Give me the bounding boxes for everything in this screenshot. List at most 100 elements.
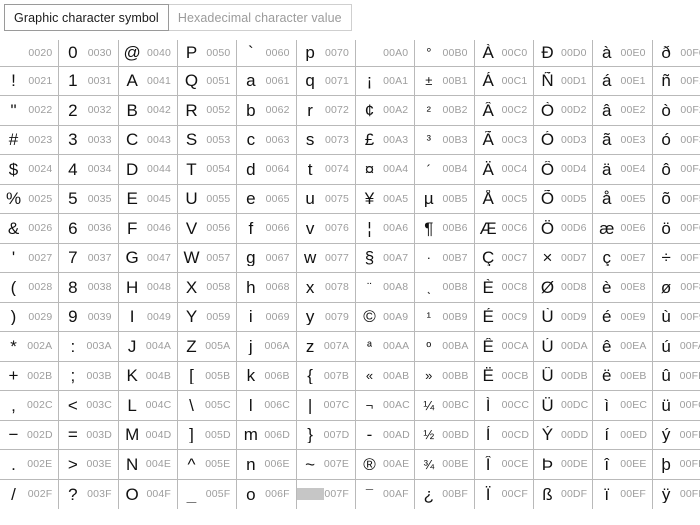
character-cell-0074[interactable]: t 0074 [295, 154, 356, 185]
character-cell-0038[interactable]: 8 0038 [58, 272, 119, 303]
character-cell-00E3[interactable]: ã 00E3 [592, 125, 653, 155]
character-cell-002A[interactable]: * 002A [0, 331, 60, 362]
character-cell-00F9[interactable]: ù 00F9 [651, 302, 700, 332]
character-cell-00B7[interactable]: · 00B7 [414, 243, 475, 273]
character-cell-0040[interactable]: @0040 [117, 40, 178, 67]
character-cell-00E0[interactable]: à 00E0 [592, 40, 653, 67]
character-cell-007E[interactable]: ~007E [295, 449, 356, 480]
character-cell-0020[interactable]: 0020 [0, 40, 60, 67]
character-cell-0079[interactable]: y 0079 [295, 302, 356, 332]
character-cell-00CD[interactable]: Í 00CD [473, 420, 534, 450]
character-cell-00E5[interactable]: å 00E5 [592, 184, 653, 214]
character-cell-00BE[interactable]: ¾ 00BE [414, 449, 475, 480]
character-cell-00FD[interactable]: ý 00FD [651, 420, 700, 450]
character-cell-00C3[interactable]: Ã 00C3 [473, 125, 534, 155]
character-cell-002D[interactable]: −002D [0, 420, 60, 450]
character-cell-004E[interactable]: N 004E [117, 449, 178, 480]
character-cell-00DA[interactable]: Ú 00DA [532, 331, 594, 362]
character-cell-0064[interactable]: d 0064 [236, 154, 297, 185]
character-cell-0077[interactable]: w 0077 [295, 243, 356, 273]
character-cell-005C[interactable]: \ 005C [176, 390, 238, 421]
character-cell-0034[interactable]: 4 0034 [58, 154, 119, 185]
character-cell-00BD[interactable]: ½ 00BD [414, 420, 475, 450]
character-cell-00FA[interactable]: ú 00FA [651, 331, 700, 362]
character-cell-0055[interactable]: U 0055 [176, 184, 238, 214]
character-cell-00C5[interactable]: Å 00C5 [473, 184, 534, 214]
character-cell-00F0[interactable]: ð 00F0 [651, 40, 700, 67]
character-cell-00F7[interactable]: ÷ 00F7 [651, 243, 700, 273]
character-cell-00A9[interactable]: © 00A9 [354, 302, 416, 332]
character-cell-0032[interactable]: 2 0032 [58, 95, 119, 126]
character-cell-0065[interactable]: e 0065 [236, 184, 297, 214]
character-cell-00B8[interactable]: ¸ 00B8 [414, 272, 475, 303]
character-cell-00AF[interactable]: ¯ 00AF [354, 479, 416, 509]
character-cell-00AD[interactable]: ­- 00AD [354, 420, 416, 450]
character-cell-00D2[interactable]: Ò 00D2 [532, 95, 594, 126]
character-cell-00B1[interactable]: ±00B1 [414, 66, 475, 96]
character-cell-0053[interactable]: S 0053 [176, 125, 238, 155]
character-cell-0069[interactable]: i 0069 [236, 302, 297, 332]
character-cell-00D9[interactable]: Ù 00D9 [532, 302, 594, 332]
character-cell-00E6[interactable]: æ 00E6 [592, 213, 653, 244]
character-cell-002C[interactable]: , 002C [0, 390, 60, 421]
character-cell-00EA[interactable]: ê 00EA [592, 331, 653, 362]
character-cell-00BF[interactable]: ¿ 00BF [414, 479, 475, 509]
character-cell-00EE[interactable]: î 00EE [592, 449, 653, 480]
character-cell-0028[interactable]: (0028 [0, 272, 60, 303]
character-cell-0067[interactable]: g 0067 [236, 243, 297, 273]
character-cell-007F[interactable]: 007F [295, 479, 356, 509]
character-cell-002E[interactable]: . 002E [0, 449, 60, 480]
character-cell-00C1[interactable]: Á 00C1 [473, 66, 534, 96]
character-cell-00BA[interactable]: º 00BA [414, 331, 475, 362]
character-cell-0051[interactable]: Q 0051 [176, 66, 238, 96]
character-cell-00F1[interactable]: ñ 00F1 [651, 66, 700, 96]
character-cell-0024[interactable]: $0024 [0, 154, 60, 185]
character-cell-004D[interactable]: M 004D [117, 420, 178, 450]
character-cell-007D[interactable]: } 007D [295, 420, 356, 450]
character-cell-00C4[interactable]: Ä 00C4 [473, 154, 534, 185]
character-cell-0036[interactable]: 6 0036 [58, 213, 119, 244]
character-cell-00D4[interactable]: Ô 00D4 [532, 154, 594, 185]
character-cell-00BB[interactable]: » 00BB [414, 361, 475, 391]
character-cell-0025[interactable]: % 0025 [0, 184, 60, 214]
character-cell-00C0[interactable]: À 00C0 [473, 40, 534, 67]
character-cell-00D6[interactable]: Ö 00D6 [532, 213, 594, 244]
character-cell-00AE[interactable]: ® 00AE [354, 449, 416, 480]
character-cell-00DF[interactable]: ß 00DF [532, 479, 594, 509]
character-cell-005A[interactable]: Z 005A [176, 331, 238, 362]
character-cell-00B6[interactable]: ¶ 00B6 [414, 213, 475, 244]
character-cell-0049[interactable]: I 0049 [117, 302, 178, 332]
character-cell-00A0[interactable]: 00A0 [354, 40, 416, 67]
character-cell-005E[interactable]: ^ 005E [176, 449, 238, 480]
character-cell-00C2[interactable]: Â 00C2 [473, 95, 534, 126]
character-cell-003D[interactable]: = 003D [58, 420, 119, 450]
character-cell-00DB[interactable]: Û 00DB [532, 361, 594, 391]
character-cell-00DD[interactable]: Ý 00DD [532, 420, 594, 450]
character-cell-00D7[interactable]: × 00D7 [532, 243, 594, 273]
character-cell-00E8[interactable]: è 00E8 [592, 272, 653, 303]
character-cell-0035[interactable]: 5 0035 [58, 184, 119, 214]
character-cell-005F[interactable]: _ 005F [176, 479, 238, 509]
character-cell-00A7[interactable]: § 00A7 [354, 243, 416, 273]
character-cell-004B[interactable]: K 004B [117, 361, 178, 391]
character-cell-0029[interactable]: ) 0029 [0, 302, 60, 332]
character-cell-0044[interactable]: D 0044 [117, 154, 178, 185]
character-cell-00AC[interactable]: ¬ 00AC [354, 390, 416, 421]
character-cell-005D[interactable]: ] 005D [176, 420, 238, 450]
character-cell-0066[interactable]: f 0066 [236, 213, 297, 244]
character-cell-006D[interactable]: m 006D [236, 420, 297, 450]
character-cell-006F[interactable]: o 006F [236, 479, 297, 509]
character-cell-00CA[interactable]: Ê 00CA [473, 331, 534, 362]
character-cell-00A8[interactable]: ¨ 00A8 [354, 272, 416, 303]
character-cell-00B3[interactable]: ³ 00B3 [414, 125, 475, 155]
character-cell-0027[interactable]: ' 0027 [0, 243, 60, 273]
character-cell-0023[interactable]: #0023 [0, 125, 60, 155]
character-cell-00EF[interactable]: ï 00EF [592, 479, 653, 509]
character-cell-0073[interactable]: s 0073 [295, 125, 356, 155]
character-cell-0060[interactable]: ` 0060 [236, 40, 297, 67]
character-cell-00FE[interactable]: þ 00FE [651, 449, 700, 480]
character-cell-0021[interactable]: ! 0021 [0, 66, 60, 96]
character-cell-00A3[interactable]: £00A3 [354, 125, 416, 155]
character-cell-0047[interactable]: G 0047 [117, 243, 178, 273]
character-cell-007B[interactable]: {007B [295, 361, 356, 391]
